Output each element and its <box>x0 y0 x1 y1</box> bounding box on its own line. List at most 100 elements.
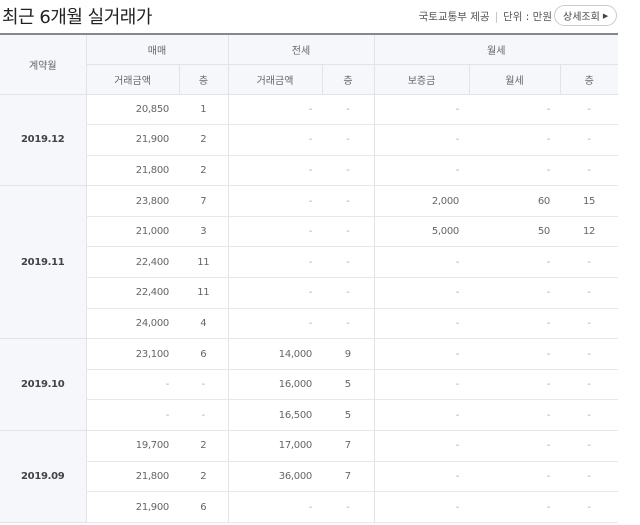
detail-view-button[interactable]: 상세조회 ▶ <box>554 5 618 26</box>
rent-cell: - <box>469 399 560 432</box>
deposit-cell: - <box>373 338 469 370</box>
deposit-cell: - <box>373 461 469 493</box>
meta-info: 국토교통부 제공 | 단위 : 만원 <box>419 9 552 24</box>
jeonse-floor-cell: - <box>322 155 374 187</box>
header-bar: 최근 6개월 실거래가 국토교통부 제공 | 단위 : 만원 상세조회 ▶ <box>0 0 640 32</box>
jeonse-price-cell: 17,000 <box>227 430 322 462</box>
table-row: 2019.10 23,100 6 14,000 9- - - <box>0 338 619 432</box>
header-jeonse-floor: 층 <box>321 64 374 95</box>
monthly-floor-cell: - <box>560 338 619 370</box>
jeonse-price-cell: 36,000 <box>227 461 322 493</box>
rent-cell: - <box>469 94 560 126</box>
sale-price-cell: - <box>85 369 179 401</box>
table-row: 2019.12 20,850 1- - - - - <box>0 94 619 187</box>
jeonse-price-cell: - <box>227 308 322 340</box>
rent-cell: - <box>469 338 560 370</box>
sale-floor-cell: 6 <box>179 338 228 370</box>
sale-floor-cell: 2 <box>179 430 228 462</box>
monthly-floor-cell: - <box>560 491 619 523</box>
sale-price-cell: 21,000 <box>85 216 179 248</box>
monthly-floor-cell: - <box>560 461 619 493</box>
deposit-cell: - <box>373 491 469 523</box>
jeonse-price-cell: - <box>227 277 322 309</box>
monthly-floor-cell: - <box>560 155 619 187</box>
jeonse-price-cell: - <box>227 94 322 126</box>
deposit-cell: - <box>373 155 469 187</box>
sale-price-cell: 21,800 <box>85 461 179 493</box>
detail-view-label: 상세조회 <box>563 12 600 23</box>
header-contract-month: 계약월 <box>0 34 86 95</box>
sale-floor-cell: 4 <box>179 308 228 340</box>
jeonse-floor-cell: - <box>322 216 374 248</box>
rent-cell: - <box>469 369 560 401</box>
unit-label: 단위 : 만원 <box>503 11 552 23</box>
chevron-right-icon: ▶ <box>602 11 609 20</box>
deposit-cell: - <box>373 94 469 126</box>
table-row: - -16,500 5- - - <box>0 399 619 432</box>
header-rent: 월세 <box>468 64 560 95</box>
header-monthly: 월세 <box>373 34 619 65</box>
jeonse-floor-cell: 7 <box>322 461 374 493</box>
table-row: 2019.09 19,700 2 17,000 7- - - <box>0 430 619 523</box>
table-row: 24,000 4- - - - - <box>0 308 619 340</box>
table-row: 22,400 11- - - - - <box>0 277 619 309</box>
jeonse-price-cell: 14,000 <box>227 338 322 370</box>
sale-floor-cell: 2 <box>179 461 228 493</box>
monthly-floor-cell: - <box>560 308 619 340</box>
transaction-table: 계약월 매매 전세 월세 거래금액 층 거래금액 층 보증금 월세 층 2019… <box>0 33 619 523</box>
contract-month-cell: 2019.10 <box>0 338 86 432</box>
jeonse-price-cell: - <box>227 246 322 279</box>
sale-floor-cell: - <box>179 399 228 432</box>
sale-floor-cell: 6 <box>179 491 228 523</box>
monthly-floor-cell: - <box>560 246 619 279</box>
jeonse-floor-cell: - <box>322 308 374 340</box>
sale-floor-cell: 7 <box>179 185 228 217</box>
header-sale: 매매 <box>85 34 228 65</box>
header-jeonse: 전세 <box>227 34 374 65</box>
deposit-cell: 5,000 <box>373 216 469 248</box>
table-row: 21,000 3- -5,000 50 12 <box>0 216 619 248</box>
jeonse-price-cell: - <box>227 185 322 217</box>
table-row: 21,800 2- - - - - <box>0 155 619 187</box>
header-jeonse-price: 거래금액 <box>227 64 322 95</box>
sale-price-cell: 20,850 <box>85 94 179 126</box>
sale-price-cell: 24,000 <box>85 308 179 340</box>
rent-cell: - <box>469 430 560 462</box>
divider: | <box>494 10 499 23</box>
jeonse-floor-cell: 5 <box>322 369 374 401</box>
rent-cell: - <box>469 491 560 523</box>
deposit-cell: - <box>373 124 469 156</box>
contract-month-cell: 2019.09 <box>0 430 86 523</box>
monthly-floor-cell: - <box>560 94 619 126</box>
header-monthly-floor: 층 <box>559 64 619 95</box>
deposit-cell: - <box>373 399 469 432</box>
table-row: - -16,000 5- - - <box>0 369 619 401</box>
rent-cell: - <box>469 461 560 493</box>
rent-cell: - <box>469 246 560 279</box>
page-title: 최근 6개월 실거래가 <box>2 7 152 28</box>
sale-price-cell: 23,800 <box>85 185 179 217</box>
jeonse-floor-cell: 7 <box>322 430 374 462</box>
jeonse-price-cell: - <box>227 491 322 523</box>
sale-price-cell: 23,100 <box>85 338 179 370</box>
header-sale-price: 거래금액 <box>85 64 179 95</box>
rent-cell: 60 <box>469 185 560 217</box>
jeonse-floor-cell: - <box>322 124 374 156</box>
table-row: 21,900 6- - - - - <box>0 491 619 523</box>
jeonse-price-cell: 16,500 <box>227 399 322 432</box>
sale-price-cell: 22,400 <box>85 277 179 309</box>
sale-price-cell: 21,900 <box>85 124 179 156</box>
sale-floor-cell: 11 <box>179 246 228 279</box>
sale-floor-cell: - <box>179 369 228 401</box>
jeonse-price-cell: 16,000 <box>227 369 322 401</box>
contract-month-cell: 2019.11 <box>0 185 86 340</box>
sale-floor-cell: 2 <box>179 155 228 187</box>
rent-cell: - <box>469 308 560 340</box>
jeonse-price-cell: - <box>227 155 322 187</box>
monthly-floor-cell: 15 <box>560 185 619 217</box>
jeonse-price-cell: - <box>227 216 322 248</box>
rent-cell: - <box>469 124 560 156</box>
deposit-cell: - <box>373 369 469 401</box>
jeonse-floor-cell: - <box>322 185 374 217</box>
source-label: 국토교통부 제공 <box>418 11 490 23</box>
